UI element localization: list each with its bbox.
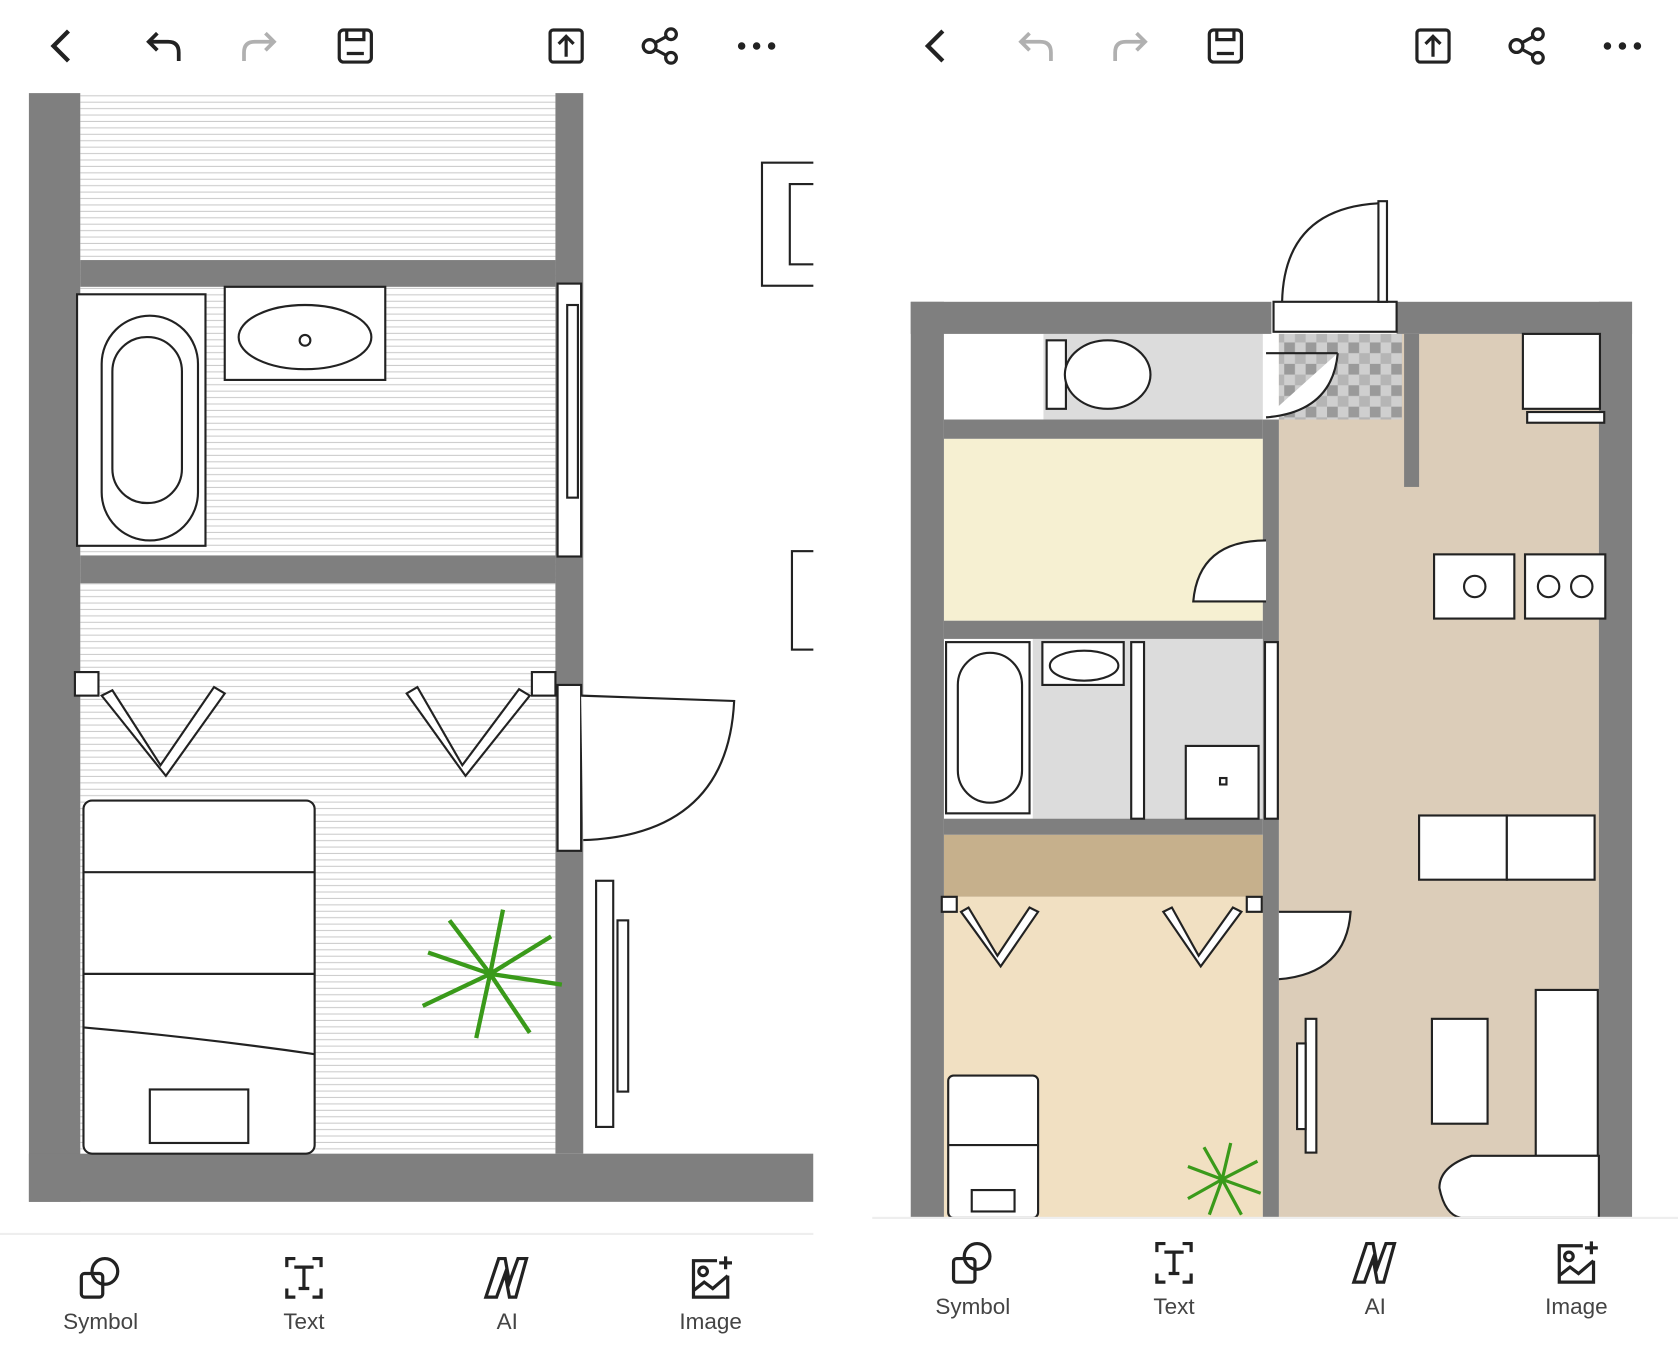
ai-icon bbox=[1351, 1241, 1397, 1284]
export-button[interactable] bbox=[1412, 25, 1455, 68]
redo-icon bbox=[1113, 31, 1148, 62]
image-tool[interactable]: Image bbox=[1512, 1237, 1640, 1320]
save-icon bbox=[1207, 28, 1244, 64]
symbol-tool[interactable]: Symbol bbox=[909, 1237, 1037, 1320]
ai-tool[interactable]: AI bbox=[1311, 1237, 1439, 1320]
plant bbox=[1187, 1142, 1262, 1216]
add-image-icon bbox=[1557, 1241, 1598, 1284]
wood-floor bbox=[1278, 333, 1599, 1218]
tool-label: Image bbox=[1545, 1294, 1608, 1320]
chevron-left-icon bbox=[924, 29, 945, 63]
walls bbox=[910, 301, 1633, 1218]
tool-label: Symbol bbox=[935, 1294, 1011, 1320]
share-icon bbox=[1508, 27, 1545, 65]
tool-label: Text bbox=[1153, 1294, 1195, 1320]
more-icon bbox=[1603, 42, 1642, 50]
share-button[interactable] bbox=[1506, 25, 1549, 68]
text-box-icon bbox=[1155, 1241, 1193, 1284]
undo-button[interactable] bbox=[1015, 25, 1058, 68]
redo-button[interactable] bbox=[1109, 25, 1152, 68]
right-screen: Symbol Text AI Image bbox=[0, 0, 1678, 1363]
floor-plan-canvas-right[interactable] bbox=[0, 0, 1678, 1220]
more-button[interactable] bbox=[1601, 25, 1644, 68]
back-button[interactable] bbox=[915, 25, 958, 68]
shapes-icon bbox=[951, 1241, 992, 1284]
save-button[interactable] bbox=[1204, 25, 1247, 68]
undo-icon bbox=[1018, 31, 1053, 62]
text-tool[interactable]: Text bbox=[1110, 1237, 1238, 1320]
tool-label: AI bbox=[1364, 1294, 1386, 1320]
export-icon bbox=[1415, 28, 1451, 64]
